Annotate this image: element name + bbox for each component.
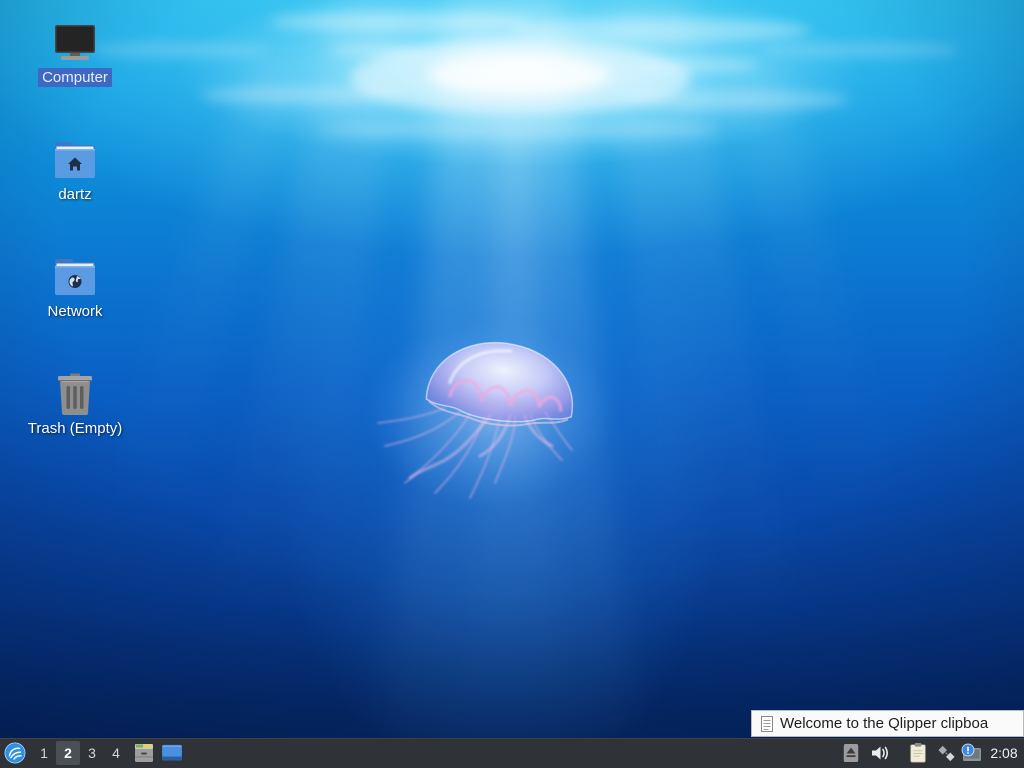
tray-clipboard[interactable] (906, 741, 930, 765)
main-menu-button[interactable] (3, 741, 27, 765)
network-folder-icon (53, 255, 97, 299)
quicklaunch-file-manager-button[interactable] (130, 741, 158, 765)
desktop-icon-network[interactable]: Network (25, 255, 125, 321)
show-desktop-icon (161, 744, 183, 762)
workspace-button-4[interactable]: 4 (104, 741, 128, 765)
removable-media-icon (842, 743, 860, 763)
taskbar: 1 2 3 4 2:08 (0, 738, 1024, 768)
qlipper-icon (760, 715, 774, 732)
desktop[interactable]: Computer dartz Network Trash (Empty) (0, 0, 1024, 738)
network-icon (937, 744, 956, 763)
tray-network[interactable] (934, 741, 958, 765)
notification-text: Welcome to the Qlipper clipboa (780, 715, 989, 732)
update-notifier-icon (960, 743, 982, 763)
clock[interactable]: 2:08 (984, 739, 1024, 768)
tray-removable-media[interactable] (839, 741, 863, 765)
desktop-icon-label: Computer (38, 68, 112, 87)
tray-update-notifier[interactable] (959, 741, 983, 765)
trash-empty-icon (53, 372, 97, 416)
desktop-icon-label: dartz (58, 186, 92, 203)
workspace-switcher: 1 2 3 4 (32, 741, 128, 765)
computer-icon (53, 21, 97, 65)
desktop-icon-label: Trash (Empty) (27, 420, 123, 437)
tray-volume[interactable] (868, 741, 892, 765)
desktop-icon-computer[interactable]: Computer (25, 21, 125, 87)
workspace-button-1[interactable]: 1 (32, 741, 56, 765)
qlipper-notification: Welcome to the Qlipper clipboa (751, 710, 1024, 737)
workspace-button-2[interactable]: 2 (56, 741, 80, 765)
desktop-icon-trash[interactable]: Trash (Empty) (25, 372, 125, 438)
desktop-icon-label: Network (47, 303, 103, 320)
desktop-icon-home[interactable]: dartz (25, 138, 125, 204)
clipboard-icon (908, 742, 928, 764)
quicklaunch-show-desktop-button[interactable] (158, 741, 186, 765)
home-folder-icon (53, 138, 97, 182)
file-manager-icon (133, 742, 155, 764)
workspace-button-3[interactable]: 3 (80, 741, 104, 765)
lubuntu-logo-icon (4, 742, 26, 764)
volume-icon (870, 744, 890, 762)
